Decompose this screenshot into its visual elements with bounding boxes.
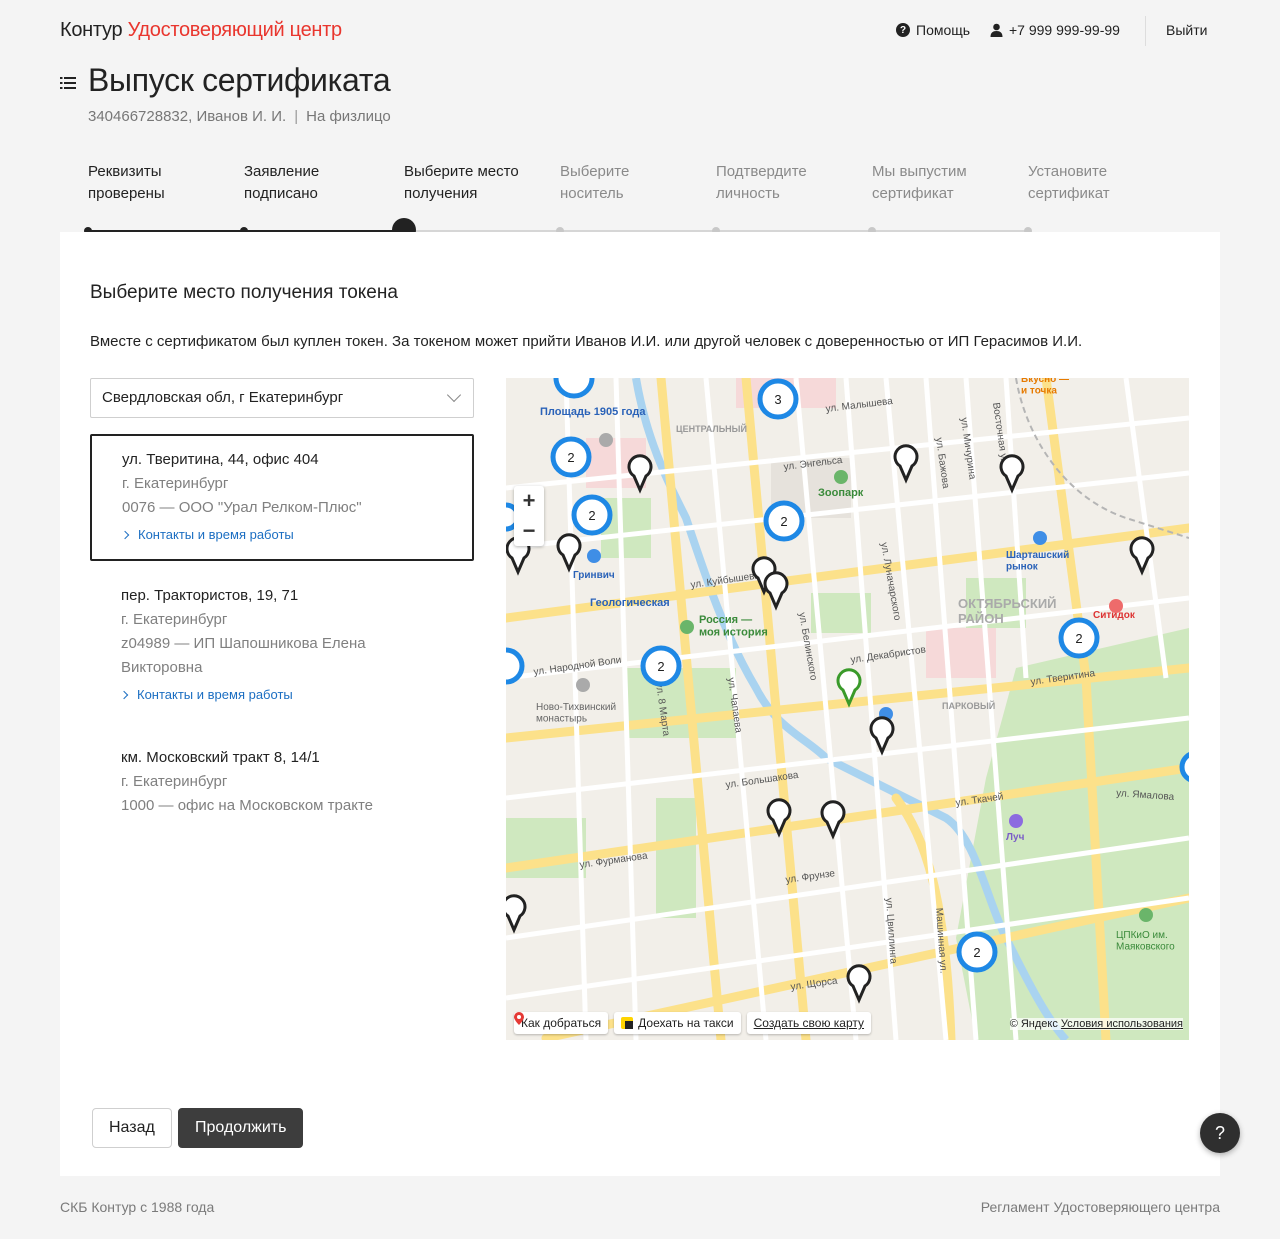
phone-label: +7 999 999-99-99: [1009, 22, 1120, 38]
place-label: Геологическая: [590, 597, 670, 609]
zoom-in-button[interactable]: +: [514, 486, 544, 516]
step-3: Выберите место получения: [404, 163, 519, 202]
help-link[interactable]: ? Помощь: [896, 22, 970, 38]
step-5: Подтвердите личность: [716, 163, 807, 202]
office-item[interactable]: ул. Тверитина, 44, офис 404 г. Екатеринб…: [90, 434, 474, 561]
cluster-marker: 2: [956, 931, 998, 973]
step-7: Установите сертификат: [1028, 163, 1110, 202]
page-subtitle: 340466728832, Иванов И. И. | На физлицо: [88, 108, 391, 125]
map-copyright: © Яндекс Условия использования: [1009, 1018, 1183, 1030]
svg-text:2: 2: [657, 659, 664, 674]
office-city: г. Екатеринбург: [122, 475, 229, 492]
map-bottom-bar: Как добраться Доехать на такси Создать с…: [514, 1012, 872, 1034]
region-value: Свердловская обл, г Екатеринбург: [102, 389, 344, 406]
svg-text:2: 2: [567, 450, 574, 465]
svg-text:2: 2: [1075, 631, 1082, 646]
zoom-control: + −: [514, 486, 544, 546]
svg-text:3: 3: [774, 392, 781, 407]
card-description: Вместе с сертификатом был куплен токен. …: [90, 333, 1083, 350]
user-icon: [990, 23, 1003, 37]
office-contacts-link[interactable]: Контакты и время работы: [120, 523, 442, 547]
taxi-icon: [621, 1017, 634, 1029]
office-city: г. Екатеринбург: [121, 611, 228, 628]
subtitle-separator: |: [294, 108, 299, 125]
terms-link[interactable]: Условия использования: [1061, 1018, 1183, 1030]
top-header: Контур Удостоверяющий центр ? Помощь +7 …: [0, 0, 1280, 62]
header-divider: [1145, 16, 1146, 46]
place-label: Луч: [1006, 832, 1025, 843]
list-menu-icon[interactable]: [60, 77, 76, 89]
progress-stepper: Реквизиты проверены Заявление подписано Вы…: [84, 161, 1148, 242]
user-phone[interactable]: +7 999 999-99-99: [990, 22, 1120, 38]
create-map-link[interactable]: Создать свою карту: [746, 1012, 872, 1034]
cluster-marker: 2: [763, 500, 805, 542]
step-4: Выберите носитель: [560, 163, 630, 202]
office-address: пер. Трактористов, 19, 71: [121, 587, 299, 604]
continue-button[interactable]: Продолжить: [178, 1108, 304, 1148]
page-title: Выпуск сертификата: [88, 62, 391, 98]
svg-text:2: 2: [588, 508, 595, 523]
help-fab-button[interactable]: ?: [1200, 1113, 1240, 1153]
zoom-out-button[interactable]: −: [514, 516, 544, 546]
card-title: Выберите место получения токена: [90, 282, 398, 303]
main-card: Выберите место получения токена Вместе с…: [60, 232, 1220, 1176]
place-label: Гринвич: [573, 570, 615, 581]
logo-brand: Контур: [60, 19, 123, 41]
question-icon: ?: [896, 23, 910, 37]
step-2[interactable]: Заявление подписано: [244, 161, 394, 205]
map-canvas[interactable]: ул. Малышева ул. Энгельса ул. Куйбышева …: [506, 378, 1189, 1040]
office-item[interactable]: км. Московский тракт 8, 14/1 г. Екатерин…: [90, 732, 474, 832]
map[interactable]: ул. Малышева ул. Энгельса ул. Куйбышева …: [506, 378, 1189, 1040]
office-org: 0076 — ООО "Урал Релком-Плюс": [122, 499, 362, 516]
logo-product: Удостоверяющий центр: [127, 19, 343, 41]
help-label: Помощь: [916, 22, 971, 38]
cluster-marker: 3: [757, 378, 799, 420]
cluster-marker: 2: [1058, 617, 1100, 659]
back-button[interactable]: Назад: [92, 1108, 172, 1148]
office-address: ул. Тверитина, 44, офис 404: [122, 451, 319, 468]
map-pin-icon: [514, 1012, 524, 1025]
office-address: км. Московский тракт 8, 14/1: [121, 749, 320, 766]
logo[interactable]: Контур Удостоверяющий центр: [60, 19, 342, 42]
footer-regulations-link[interactable]: Регламент Удостоверяющего центра: [981, 1199, 1220, 1215]
cluster-marker: 2: [550, 436, 592, 478]
place-label: ЦЕНТРАЛЬНЫЙ: [676, 423, 747, 434]
taxi-button[interactable]: Доехать на такси: [614, 1012, 741, 1034]
place-label: ПАРКОВЫЙ: [942, 700, 995, 711]
office-org: z04989 — ИП Шапошникова Елена Викторовна: [121, 635, 366, 676]
logout-link[interactable]: Выйти: [1166, 22, 1207, 38]
svg-text:2: 2: [973, 945, 980, 960]
chevron-right-icon: [119, 690, 129, 700]
route-button[interactable]: Как добраться: [514, 1012, 609, 1034]
subtitle-id: 340466728832, Иванов И. И.: [88, 108, 287, 125]
footer-copyright: СКБ Контур с 1988 года: [60, 1199, 215, 1215]
cluster-marker: 2: [640, 645, 682, 687]
chevron-down-icon: [446, 387, 462, 403]
subtitle-type: На физлицо: [306, 108, 391, 125]
office-city: г. Екатеринбург: [121, 773, 228, 790]
svg-text:2: 2: [780, 514, 787, 529]
step-1[interactable]: Реквизиты проверены: [88, 161, 238, 205]
chevron-right-icon: [120, 530, 130, 540]
office-item[interactable]: пер. Трактористов, 19, 71 г. Екатеринбур…: [90, 570, 474, 721]
region-select[interactable]: Свердловская обл, г Екатеринбург: [90, 378, 474, 418]
office-contacts-link[interactable]: Контакты и время работы: [119, 683, 443, 707]
step-6: Мы выпустим сертификат: [872, 163, 967, 202]
place-label: ЦПКиО им. Маяковского: [1116, 930, 1175, 953]
cluster-marker: 2: [571, 494, 613, 536]
place-label: Площадь 1905 года: [540, 406, 646, 418]
office-org: 1000 — офис на Московском тракте: [121, 797, 373, 814]
place-label: Зоопарк: [818, 487, 864, 499]
